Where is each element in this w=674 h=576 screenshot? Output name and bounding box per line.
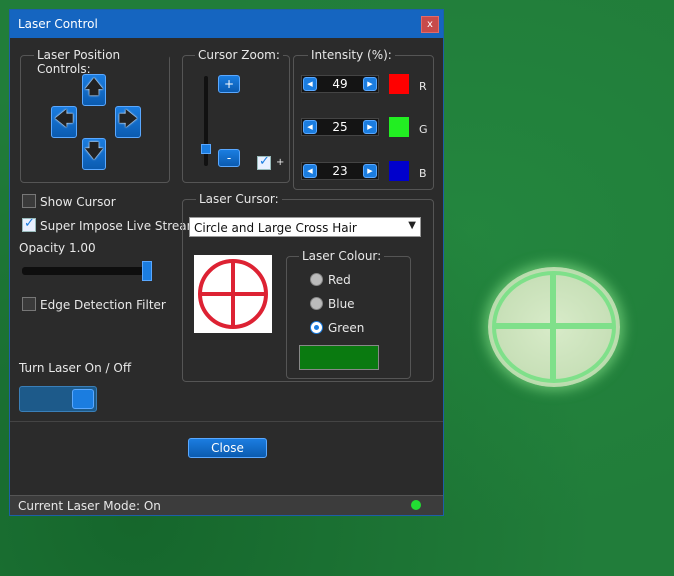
laser-toggle-label: Turn Laser On / Off [19, 361, 132, 375]
zoom-slider-thumb[interactable] [201, 144, 211, 154]
laser-colour-swatch[interactable] [299, 345, 379, 370]
opacity-slider-thumb[interactable] [142, 261, 152, 281]
colour-green-label[interactable]: Green [328, 321, 364, 335]
circle-crosshair-icon [198, 259, 268, 329]
laser-cursor-dropdown[interactable]: Circle and Large Cross Hair ▼ [189, 217, 421, 237]
show-cursor-checkbox[interactable] [22, 194, 36, 208]
edge-detection-checkbox[interactable] [22, 297, 36, 311]
arrow-right-icon: 🡆 [118, 109, 138, 130]
intensity-r-increase[interactable]: ▶ [363, 77, 377, 91]
intensity-r-value[interactable]: 49 [320, 77, 360, 91]
opacity-slider-track[interactable] [22, 267, 152, 275]
status-text: Current Laser Mode: On [18, 499, 161, 513]
colour-red-radio[interactable] [310, 273, 323, 286]
super-impose-checkbox[interactable] [22, 216, 36, 232]
laser-toggle-switch[interactable] [19, 386, 97, 412]
window-close-button[interactable]: x [421, 16, 439, 33]
position-controls-label: Laser Position Controls: [34, 48, 169, 76]
intensity-label: Intensity (%): [308, 48, 395, 62]
close-button[interactable]: Close [188, 438, 267, 458]
arrow-down-icon: 🡇 [84, 141, 104, 162]
intensity-g-spinner[interactable]: ◀ 25 ▶ [301, 118, 379, 136]
colour-green-radio[interactable] [310, 321, 323, 334]
intensity-g-value[interactable]: 25 [320, 120, 360, 134]
intensity-b-decrease[interactable]: ◀ [303, 164, 317, 178]
colour-blue-radio[interactable] [310, 297, 323, 310]
laser-cursor-preview [194, 255, 272, 333]
status-indicator-icon [411, 500, 421, 510]
intensity-g-swatch [389, 117, 409, 137]
position-controls-group: Laser Position Controls: 🡅 🡄 🡆 🡇 [20, 48, 170, 183]
arrow-left-icon: 🡄 [54, 109, 74, 130]
chevron-down-icon: ▼ [408, 220, 416, 231]
zoom-out-button[interactable]: - [218, 149, 240, 167]
window-title: Laser Control [18, 17, 98, 31]
intensity-b-label: B [419, 167, 427, 180]
intensity-g-decrease[interactable]: ◀ [303, 120, 317, 134]
title-bar[interactable]: Laser Control x [10, 10, 443, 38]
status-bar: Current Laser Mode: On [10, 495, 443, 515]
intensity-g-label: G [419, 123, 428, 136]
intensity-r-decrease[interactable]: ◀ [303, 77, 317, 91]
footer-separator [10, 421, 443, 422]
intensity-b-increase[interactable]: ▶ [363, 164, 377, 178]
move-down-button[interactable]: 🡇 [82, 138, 106, 170]
opacity-label: Opacity 1.00 [19, 241, 96, 255]
cursor-zoom-label: Cursor Zoom: [195, 48, 283, 62]
zoom-lock-label: + [276, 157, 285, 168]
colour-blue-label[interactable]: Blue [328, 297, 355, 311]
laser-colour-group: Laser Colour: Red Blue Green [286, 249, 411, 379]
intensity-b-spinner[interactable]: ◀ 23 ▶ [301, 162, 379, 180]
show-cursor-label[interactable]: Show Cursor [40, 195, 116, 209]
zoom-lock-checkbox[interactable] [257, 154, 271, 170]
cursor-zoom-group: Cursor Zoom: + - + [182, 48, 290, 183]
intensity-r-label: R [419, 80, 427, 93]
intensity-b-swatch [389, 161, 409, 181]
super-impose-label[interactable]: Super Impose Live Stream [40, 219, 198, 233]
intensity-b-value[interactable]: 23 [320, 164, 360, 178]
move-left-button[interactable]: 🡄 [51, 106, 77, 138]
intensity-r-spinner[interactable]: ◀ 49 ▶ [301, 75, 379, 93]
colour-red-label[interactable]: Red [328, 273, 351, 287]
arrow-up-icon: 🡅 [84, 77, 104, 98]
live-laser-ring [492, 271, 616, 383]
move-up-button[interactable]: 🡅 [82, 74, 106, 106]
edge-detection-label[interactable]: Edge Detection Filter [40, 298, 166, 312]
intensity-g-increase[interactable]: ▶ [363, 120, 377, 134]
intensity-group: Intensity (%): ◀ 49 ▶ R ◀ 25 ▶ G ◀ 23 ▶ … [293, 48, 434, 190]
intensity-r-swatch [389, 74, 409, 94]
move-right-button[interactable]: 🡆 [115, 106, 141, 138]
zoom-in-button[interactable]: + [218, 75, 240, 93]
laser-colour-label: Laser Colour: [299, 249, 385, 263]
laser-cursor-selected: Circle and Large Cross Hair [194, 221, 357, 235]
laser-control-window: Laser Control x Laser Position Controls:… [9, 9, 444, 516]
laser-cursor-label: Laser Cursor: [196, 192, 282, 206]
laser-cursor-group: Laser Cursor: Circle and Large Cross Hai… [182, 192, 434, 382]
laser-toggle-knob[interactable] [72, 389, 94, 409]
